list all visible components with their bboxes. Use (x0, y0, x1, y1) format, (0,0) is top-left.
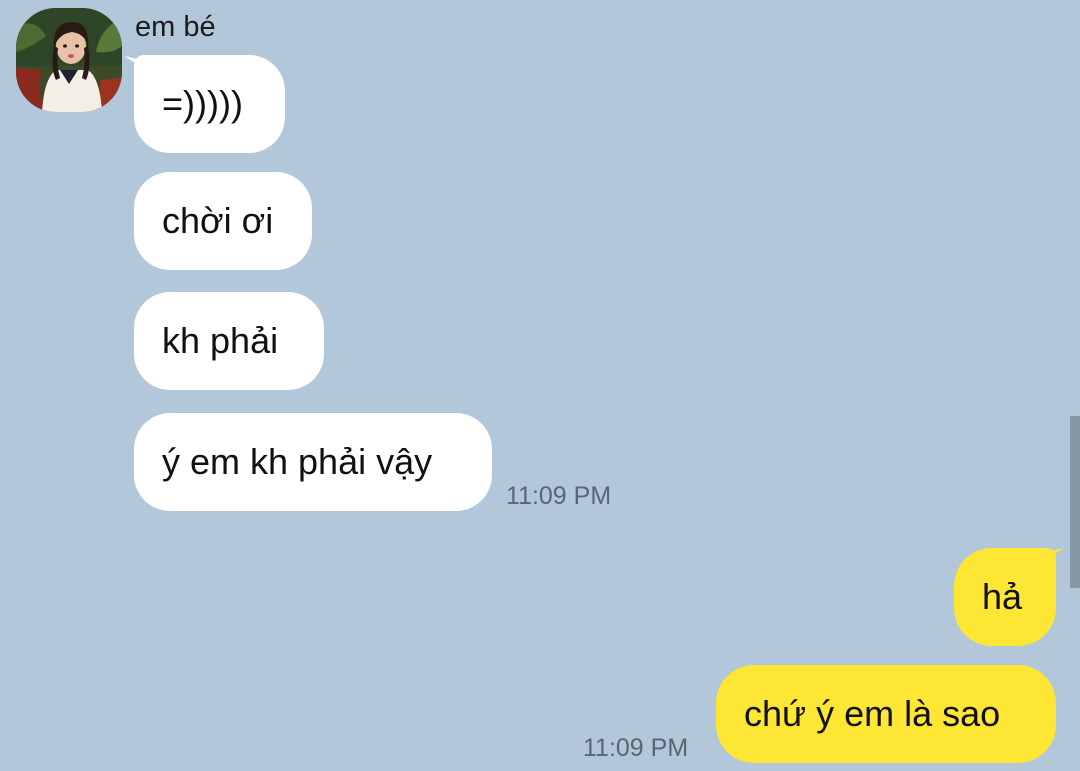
profile-photo-icon (16, 8, 122, 112)
scrollbar-thumb[interactable] (1070, 416, 1080, 588)
outgoing-message-2[interactable]: chứ ý em là sao (716, 665, 1056, 763)
incoming-timestamp: 11:09 PM (506, 482, 612, 510)
outgoing-message-1[interactable]: hả (954, 548, 1056, 646)
incoming-message-1[interactable]: =))))) (134, 55, 285, 153)
incoming-message-4[interactable]: ý em kh phải vậy (134, 413, 492, 511)
incoming-message-2[interactable]: chời ơi (134, 172, 312, 270)
sender-name: em bé (135, 11, 216, 43)
chat-view[interactable]: em bé =))))) chời ơi kh phải ý em kh phả… (0, 0, 1080, 771)
incoming-message-3[interactable]: kh phải (134, 292, 324, 390)
outgoing-timestamp: 11:09 PM (583, 734, 689, 762)
sender-avatar[interactable] (16, 8, 122, 112)
